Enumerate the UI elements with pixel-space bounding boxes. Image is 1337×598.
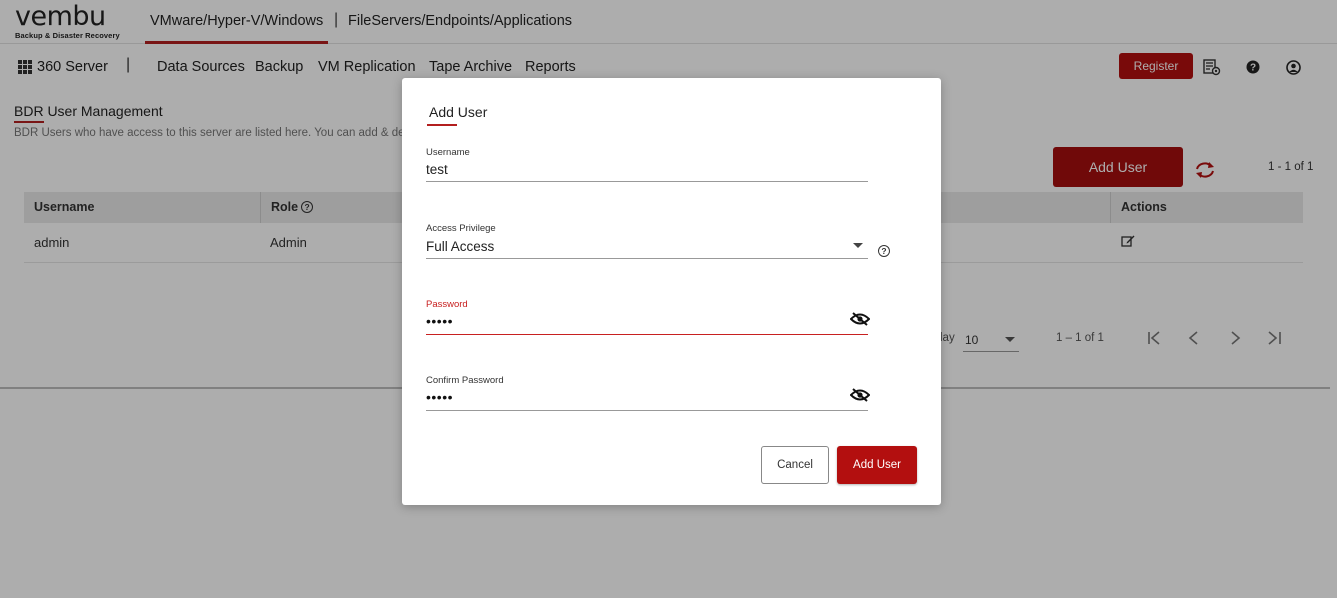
access-privilege-underline bbox=[426, 258, 868, 259]
access-privilege-help-icon[interactable]: ? bbox=[878, 245, 890, 257]
eye-slash-icon[interactable] bbox=[849, 388, 871, 402]
username-underline bbox=[426, 181, 868, 182]
confirm-password-field[interactable]: ••••• bbox=[426, 389, 453, 405]
add-user-submit-button[interactable]: Add User bbox=[837, 446, 917, 484]
dialog-title-underline bbox=[427, 124, 457, 126]
access-privilege-select[interactable]: Full Access bbox=[426, 239, 494, 254]
eye-slash-icon[interactable] bbox=[849, 312, 871, 326]
password-underline bbox=[426, 334, 868, 335]
access-privilege-label: Access Privilege bbox=[426, 223, 496, 234]
password-field[interactable]: ••••• bbox=[426, 313, 453, 329]
password-label: Password bbox=[426, 299, 468, 310]
username-label: Username bbox=[426, 147, 470, 158]
confirm-password-underline bbox=[426, 410, 868, 411]
username-input[interactable]: test bbox=[426, 162, 448, 177]
confirm-password-label: Confirm Password bbox=[426, 375, 504, 386]
add-user-dialog: Add User Username test Access Privilege … bbox=[402, 78, 941, 505]
chevron-down-icon[interactable] bbox=[853, 243, 863, 248]
dialog-title: Add User bbox=[429, 104, 488, 120]
cancel-button[interactable]: Cancel bbox=[761, 446, 829, 484]
